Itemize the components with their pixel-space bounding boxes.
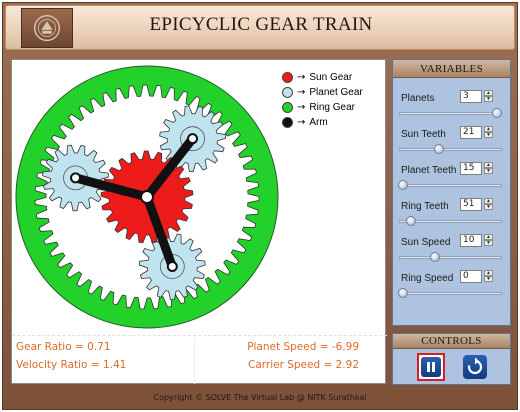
ring-speed-stepper[interactable]: ▲ ▼ xyxy=(484,270,493,283)
controls-title: CONTROLS xyxy=(393,334,510,349)
spin-down-icon[interactable]: ▼ xyxy=(484,168,493,174)
arm-center-pin xyxy=(140,190,154,204)
velocity-ratio-readout: Velocity Ratio = 1.41 xyxy=(16,359,127,371)
legend-item-arm: → Arm xyxy=(282,115,363,130)
planet-pin xyxy=(70,172,82,184)
legend-label: Sun Gear xyxy=(309,72,353,83)
ring-speed-input[interactable]: 0 xyxy=(460,270,482,283)
ring-speed-slider-thumb[interactable] xyxy=(398,288,408,298)
legend-item-planet: → Planet Gear xyxy=(282,85,363,100)
variables-title: VARIABLES xyxy=(393,60,510,78)
gear-ratio-readout: Gear Ratio = 0.71 xyxy=(16,341,111,353)
sun-speed-input[interactable]: 10 xyxy=(460,234,482,247)
legend-item-sun: → Sun Gear xyxy=(282,70,363,85)
ring-speed-control: Ring Speed 0 ▲ ▼ xyxy=(398,270,506,303)
variables-panel: VARIABLES Planets 3 ▲ ▼ Sun Teeth 21 ▲ ▼… xyxy=(392,59,511,326)
sun-teeth-slider-track[interactable] xyxy=(399,148,502,151)
ring-teeth-input[interactable]: 51 xyxy=(460,198,482,211)
planets-control: Planets 3 ▲ ▼ xyxy=(399,90,506,123)
ring-teeth-control: Ring Teeth 51 ▲ ▼ xyxy=(399,198,506,231)
reset-button[interactable] xyxy=(461,353,489,381)
pause-icon xyxy=(421,357,441,377)
sun-teeth-slider-thumb[interactable] xyxy=(434,144,445,154)
arrow-icon: → xyxy=(297,117,306,128)
pause-button[interactable] xyxy=(417,353,445,381)
carrier-speed-readout: Carrier Speed = 2.92 xyxy=(247,359,359,371)
header: EPICYCLIC GEAR TRAIN xyxy=(5,5,515,50)
ring-color-swatch xyxy=(282,102,293,113)
arm-color-swatch xyxy=(282,117,293,128)
legend-label: Ring Gear xyxy=(309,102,355,113)
ring-speed-label: Ring Speed xyxy=(401,273,454,284)
readout-area: Gear Ratio = 0.71 Velocity Ratio = 1.41 … xyxy=(12,335,387,385)
planet-teeth-label: Planet Teeth xyxy=(401,165,457,176)
planet-speed-readout: Planet Speed = -6.99 xyxy=(247,341,359,353)
planet-teeth-input[interactable]: 15 xyxy=(460,162,482,175)
planet-teeth-slider-track[interactable] xyxy=(399,184,502,187)
planet-pin xyxy=(166,261,178,273)
legend-item-ring: → Ring Gear xyxy=(282,100,363,115)
sun-speed-label: Sun Speed xyxy=(401,237,451,248)
sun-teeth-label: Sun Teeth xyxy=(401,129,446,140)
legend: → Sun Gear → Planet Gear → Ring Gear → A… xyxy=(282,70,363,130)
reset-icon xyxy=(463,355,487,379)
sun-teeth-stepper[interactable]: ▲ ▼ xyxy=(484,126,493,139)
ring-teeth-label: Ring Teeth xyxy=(401,201,449,212)
spin-down-icon[interactable]: ▼ xyxy=(484,96,493,102)
divider xyxy=(194,338,195,384)
copyright-footer: Copyright © SOLVE The Virtual Lab @ NITK… xyxy=(153,393,367,402)
planets-input[interactable]: 3 xyxy=(460,90,482,103)
spin-down-icon[interactable]: ▼ xyxy=(484,276,493,282)
ring-teeth-stepper[interactable]: ▲ ▼ xyxy=(484,198,493,211)
sun-speed-slider-track[interactable] xyxy=(399,256,502,259)
legend-label: Planet Gear xyxy=(309,87,363,98)
sun-teeth-input[interactable]: 21 xyxy=(460,126,482,139)
planets-label: Planets xyxy=(401,93,435,104)
spin-down-icon[interactable]: ▼ xyxy=(484,204,493,210)
arrow-icon: → xyxy=(297,102,306,113)
ring-speed-slider-track[interactable] xyxy=(399,292,502,295)
planet-color-swatch xyxy=(282,87,293,98)
sun-speed-stepper[interactable]: ▲ ▼ xyxy=(484,234,493,247)
planet-teeth-control: Planet Teeth 15 ▲ ▼ xyxy=(398,162,506,195)
sun-color-swatch xyxy=(282,72,293,83)
sun-speed-slider-thumb[interactable] xyxy=(429,252,440,262)
ring-teeth-slider-thumb[interactable] xyxy=(405,216,416,226)
arrow-icon: → xyxy=(297,87,306,98)
planet-teeth-slider-thumb[interactable] xyxy=(398,180,408,190)
page-title: EPICYCLIC GEAR TRAIN xyxy=(149,14,373,35)
controls-panel: CONTROLS xyxy=(392,333,511,385)
planets-stepper[interactable]: ▲ ▼ xyxy=(484,90,493,103)
legend-label: Arm xyxy=(309,117,328,128)
simulation-canvas: → Sun Gear → Planet Gear → Ring Gear → A… xyxy=(11,59,387,385)
spin-down-icon[interactable]: ▼ xyxy=(484,240,493,246)
arrow-icon: → xyxy=(297,72,306,83)
planets-slider-thumb[interactable] xyxy=(492,108,503,118)
sun-speed-control: Sun Speed 10 ▲ ▼ xyxy=(399,234,506,267)
planet-pin xyxy=(187,133,199,145)
spin-down-icon[interactable]: ▼ xyxy=(484,132,493,138)
planets-slider-track[interactable] xyxy=(399,112,502,115)
sun-teeth-control: Sun Teeth 21 ▲ ▼ xyxy=(399,126,506,159)
planet-teeth-stepper[interactable]: ▲ ▼ xyxy=(484,162,493,175)
